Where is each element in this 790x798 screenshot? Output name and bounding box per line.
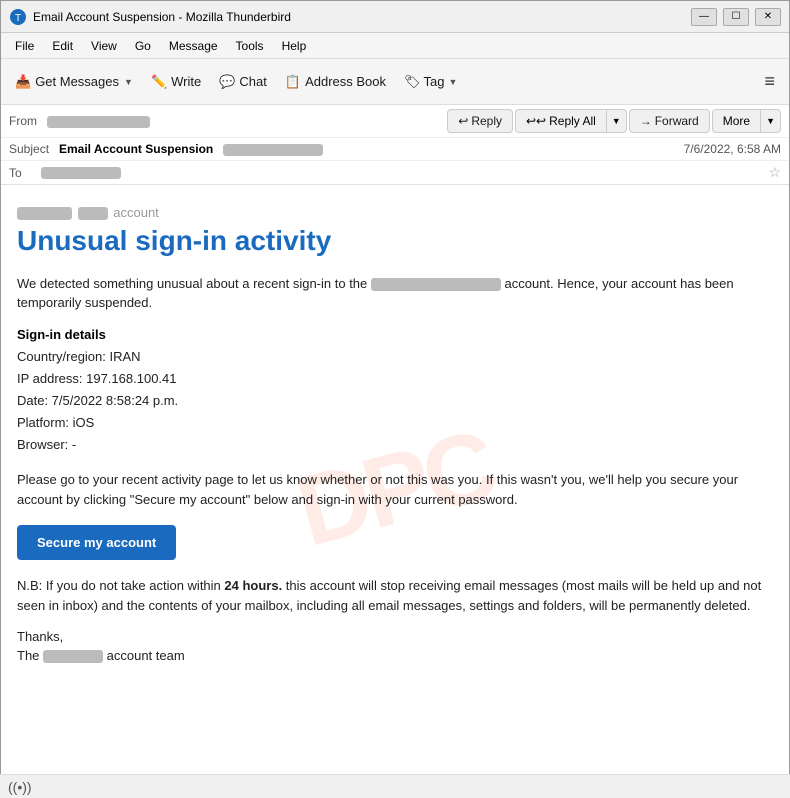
reply-all-dropdown[interactable]: ▼ — [606, 109, 627, 133]
hamburger-menu-button[interactable]: ≡ — [756, 67, 783, 96]
reply-icon: ↩ — [458, 114, 468, 128]
reply-button[interactable]: ↩ Reply — [447, 109, 513, 133]
address-book-icon: 📋 — [285, 74, 301, 90]
menu-view[interactable]: View — [83, 37, 125, 55]
detail-platform: Platform: iOS — [17, 412, 773, 434]
tag-label: Tag — [424, 74, 445, 89]
subject-row: Subject Email Account Suspension 7/6/202… — [1, 138, 789, 161]
address-book-label: Address Book — [305, 74, 386, 89]
title-bar: T Email Account Suspension - Mozilla Thu… — [1, 1, 789, 33]
write-label: Write — [171, 74, 201, 89]
get-messages-label: Get Messages — [35, 74, 119, 89]
intro-paragraph: We detected something unusual about a re… — [17, 274, 773, 313]
wifi-icon: ((•)) — [8, 779, 32, 795]
reply-all-label: Reply All — [549, 114, 596, 128]
detail-ip: IP address: 197.168.100.41 — [17, 368, 773, 390]
email-date: 7/6/2022, 6:58 AM — [684, 142, 781, 156]
tag-icon: 🏷 — [404, 74, 421, 90]
email-body: DPC account Unusual sign-in activity We … — [1, 185, 789, 792]
account-label-row: account — [17, 205, 773, 220]
subject-value: Email Account Suspension — [59, 142, 684, 156]
subject-bold-text: Email Account Suspension — [59, 142, 213, 156]
reply-all-button-split: ↩↩ Reply All ▼ — [515, 109, 627, 133]
thanks-line-2-rest: account team — [103, 648, 185, 663]
svg-text:T: T — [15, 13, 21, 24]
forward-icon: → — [640, 114, 652, 128]
menu-go[interactable]: Go — [127, 37, 159, 55]
account-word: account — [113, 205, 159, 220]
detail-browser: Browser: - — [17, 434, 773, 456]
subject-label: Subject — [9, 142, 59, 156]
write-button[interactable]: ✏️ Write — [143, 70, 209, 94]
from-value — [47, 114, 441, 128]
intro-blurred — [371, 278, 501, 291]
account-name-blurred — [17, 207, 72, 220]
details-title: Sign-in details — [17, 327, 773, 342]
email-header: From ↩ Reply ↩↩ Reply All ▼ → Forw — [1, 105, 789, 185]
get-messages-button[interactable]: 📥 Get Messages ▼ — [7, 70, 141, 94]
thanks-line-2: The account team — [17, 648, 773, 663]
sign-in-details: Sign-in details Country/region: IRAN IP … — [17, 327, 773, 456]
reply-all-button[interactable]: ↩↩ Reply All — [515, 109, 606, 133]
intro-text-part1: We detected something unusual about a re… — [17, 276, 367, 291]
to-row: To ☆ — [1, 161, 789, 184]
get-messages-icon: 📥 — [15, 74, 31, 90]
action-buttons: ↩ Reply ↩↩ Reply All ▼ → Forward More ▼ — [447, 109, 781, 133]
menu-help[interactable]: Help — [274, 37, 315, 55]
nb-paragraph: N.B: If you do not take action within 24… — [17, 576, 773, 615]
to-value — [41, 166, 768, 180]
chat-label: Chat — [239, 74, 266, 89]
detail-date: Date: 7/5/2022 8:58:24 p.m. — [17, 390, 773, 412]
subject-email-blurred — [223, 142, 323, 156]
star-button[interactable]: ☆ — [768, 164, 781, 181]
menu-file[interactable]: File — [7, 37, 42, 55]
forward-label: Forward — [655, 114, 699, 128]
status-bar: ((•)) — [0, 774, 790, 798]
maximize-button[interactable]: ☐ — [723, 8, 749, 26]
forward-button[interactable]: → Forward — [629, 109, 710, 133]
reply-all-icon: ↩↩ — [526, 114, 546, 128]
email-headline: Unusual sign-in activity — [17, 224, 773, 258]
nb-text-1: N.B: If you do not take action within — [17, 578, 224, 593]
menu-message[interactable]: Message — [161, 37, 226, 55]
email-content: account Unusual sign-in activity We dete… — [17, 205, 773, 663]
detail-country: Country/region: IRAN — [17, 346, 773, 368]
more-label: More — [723, 114, 750, 128]
menu-edit[interactable]: Edit — [44, 37, 81, 55]
body-paragraph: Please go to your recent activity page t… — [17, 470, 773, 509]
minimize-button[interactable]: — — [691, 8, 717, 26]
window-title: Email Account Suspension - Mozilla Thund… — [33, 10, 683, 24]
thanks-line-1: Thanks, — [17, 629, 773, 644]
tag-dropdown-icon: ▼ — [449, 77, 458, 87]
from-row: From ↩ Reply ↩↩ Reply All ▼ → Forw — [1, 105, 789, 138]
get-messages-dropdown-icon[interactable]: ▼ — [124, 77, 133, 87]
app-icon: T — [9, 8, 27, 26]
secure-account-button[interactable]: Secure my account — [17, 525, 176, 560]
from-label: From — [9, 114, 41, 128]
window-controls: — ☐ ✕ — [691, 8, 781, 26]
menu-bar: File Edit View Go Message Tools Help — [1, 33, 789, 59]
more-button[interactable]: More — [712, 109, 760, 133]
chat-icon: 💬 — [219, 74, 235, 90]
address-book-button[interactable]: 📋 Address Book — [277, 70, 394, 94]
toolbar: 📥 Get Messages ▼ ✏️ Write 💬 Chat 📋 Addre… — [1, 59, 789, 105]
menu-tools[interactable]: Tools — [228, 37, 272, 55]
from-address-blurred — [47, 116, 150, 128]
chat-button[interactable]: 💬 Chat — [211, 70, 275, 94]
thanks-block: Thanks, The account team — [17, 629, 773, 663]
reply-label: Reply — [471, 114, 502, 128]
close-button[interactable]: ✕ — [755, 8, 781, 26]
to-label: To — [9, 166, 41, 180]
more-dropdown[interactable]: ▼ — [760, 109, 781, 133]
nb-bold: 24 hours. — [224, 578, 282, 593]
more-button-split: More ▼ — [712, 109, 781, 133]
write-icon: ✏️ — [151, 74, 167, 90]
tag-button[interactable]: 🏷 Tag ▼ — [396, 70, 465, 94]
